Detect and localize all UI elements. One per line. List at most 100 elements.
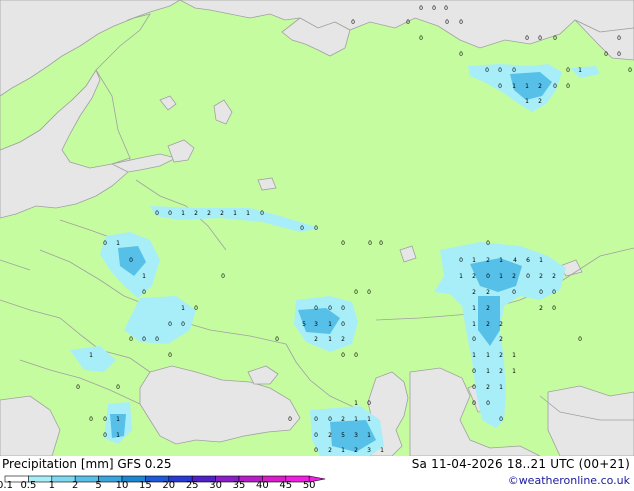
precip-value: 0 [444,5,448,12]
precip-value: 0 [486,240,490,247]
precip-value: 1 [354,416,358,423]
precip-value: 1 [354,400,358,407]
precip-value: 2 [472,273,476,280]
precip-value: 1 [578,67,582,74]
precip-value: 0 [459,257,463,264]
precip-value: 0 [76,384,80,391]
precip-value: 0 [168,352,172,359]
precip-value: 2 [552,273,556,280]
precip-value: 0 [552,289,556,296]
precip-value: 1 [246,210,250,217]
precip-value: 3 [367,447,371,454]
precip-value: 0 [155,210,159,217]
precip-value: 0 [419,5,423,12]
precip-value: 1 [472,305,476,312]
precip-value: 0 [578,336,582,343]
precip-value: 0 [194,305,198,312]
precipitation-map: 0 0 0 0 0 0 0 0 0 0 0 0 0 0 0 0 0 0 0 1 0 0 1 1 2 0 0 1 2 0 0 1 2 2 2 1 1 0 0 0… [0,0,634,456]
precip-value: 0 [459,51,463,58]
precip-value: 0 [354,352,358,359]
precip-value: 0 [566,67,570,74]
precip-value: 5 [341,432,345,439]
legend-tick-label: 30 [209,480,222,491]
precip-value: 2 [499,368,503,375]
precip-value: 1 [233,210,237,217]
precip-value: 0 [617,35,621,42]
precip-value: 0 [142,336,146,343]
precip-value: 1 [142,273,146,280]
precip-value: 1 [367,432,371,439]
precip-value: 2 [486,257,490,264]
precip-value: 0 [354,289,358,296]
precip-value: 0 [459,19,463,26]
precip-value: 0 [129,257,133,264]
legend-tick-label: 40 [256,480,269,491]
legend-tick-label: 50 [302,480,316,491]
precip-value: 1 [499,273,503,280]
precip-value: 2 [486,321,490,328]
legend-tick-label: 45 [279,480,293,491]
precip-value: 2 [499,336,503,343]
precip-value: 0 [103,432,107,439]
precip-value: 0 [351,19,355,26]
precip-value: 2 [328,447,332,454]
precip-value: 1 [512,83,516,90]
precip-value: 0 [628,67,632,74]
precip-value: 0 [341,321,345,328]
precip-value: 2 [486,305,490,312]
precip-value: 0 [275,336,279,343]
precip-value: 2 [538,83,542,90]
precip-value: 1 [380,447,384,454]
precip-value: 0 [129,336,133,343]
precip-value: 1 [89,352,93,359]
precip-value: 0 [314,225,318,232]
precip-value: 0 [103,416,107,423]
precip-value: 0 [142,289,146,296]
precip-value: 0 [525,35,529,42]
precip-value: 2 [499,352,503,359]
product-label: Precipitation [mm] GFS 0.25 [2,457,172,471]
precip-value: 0 [432,5,436,12]
credit-link[interactable]: ©weatheronline.co.uk [508,474,630,487]
precip-value: 0 [103,240,107,247]
precip-value: 0 [445,19,449,26]
precip-value: 1 [116,240,120,247]
precip-value: 0 [526,273,530,280]
precip-value: 1 [525,83,529,90]
legend-tick-label: 35 [232,480,246,491]
precip-value: 2 [472,289,476,296]
precip-value: 1 [539,257,543,264]
precip-value: 3 [314,321,318,328]
precip-value: 1 [499,257,503,264]
precip-value: 0 [288,416,292,423]
precip-value: 1 [486,352,490,359]
precip-value: 2 [314,336,318,343]
precip-value: 1 [472,257,476,264]
precip-value: 3 [354,432,358,439]
precip-value: 2 [539,273,543,280]
precip-value: 1 [525,98,529,105]
precip-value: 4 [513,257,517,264]
precip-value: 0 [314,432,318,439]
precip-value: 0 [341,240,345,247]
precip-value: 0 [498,83,502,90]
precip-value: 6 [526,257,530,264]
precip-value: 0 [367,289,371,296]
precip-value: 0 [341,352,345,359]
precip-value: 0 [221,273,225,280]
precip-value: 1 [512,368,516,375]
precip-value: 2 [328,432,332,439]
precip-value: 0 [314,447,318,454]
precip-value: 0 [472,400,476,407]
legend-tick-label: 1 [48,480,55,491]
precip-value: 0 [89,416,93,423]
precip-value: 1 [499,384,503,391]
precip-value: 1 [472,321,476,328]
precip-value: 1 [116,416,120,423]
precip-value: 0 [181,321,185,328]
legend-tick-label: 25 [185,480,199,491]
precip-value: 1 [486,368,490,375]
precip-value: 1 [341,447,345,454]
precip-value: 0 [499,416,503,423]
precip-value: 0 [300,225,304,232]
